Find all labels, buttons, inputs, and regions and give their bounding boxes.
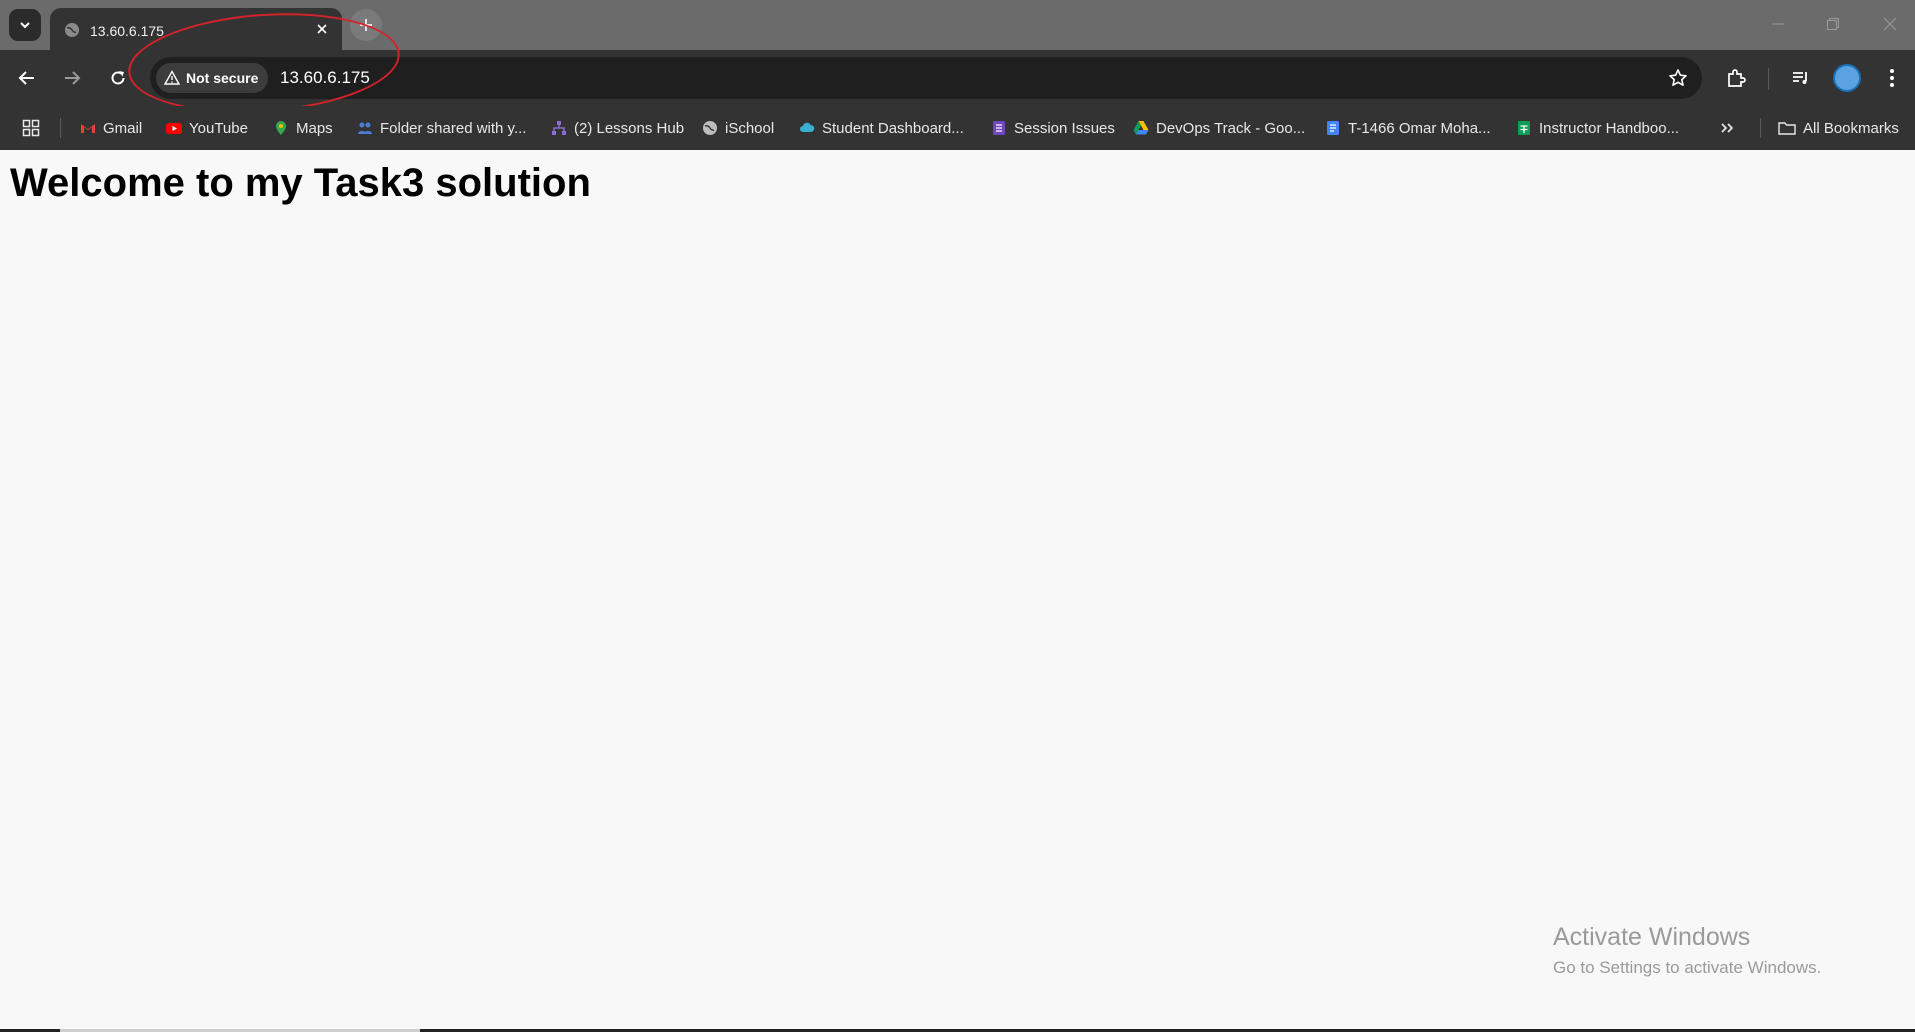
tab-search-button[interactable]: [9, 9, 41, 41]
bookmark-label: Student Dashboard...: [822, 119, 964, 137]
chevron-down-icon: [20, 22, 30, 29]
bookmark-gmail[interactable]: Gmail: [80, 117, 142, 139]
bookmark-label: Gmail: [103, 119, 143, 137]
media-control-button[interactable]: [1785, 62, 1817, 94]
url-text[interactable]: 13.60.6.175: [280, 68, 370, 88]
extensions-button[interactable]: [1720, 62, 1752, 94]
title-bar: 13.60.6.175: [0, 0, 1915, 50]
bookmark-label: iSchool: [725, 119, 775, 137]
bookmarks-bar: Gmail YouTube Maps Folder shared with y.…: [0, 106, 1915, 150]
bookmark-lessons-hub[interactable]: (2) Lessons Hub: [551, 117, 684, 139]
bookmark-label: T-1466 Omar Moha...: [1348, 119, 1491, 137]
bookmark-youtube[interactable]: YouTube: [166, 117, 248, 139]
apps-grid-icon: [22, 119, 40, 137]
bookmark-folder-shared[interactable]: Folder shared with y...: [357, 117, 526, 139]
bookmarks-divider: [60, 118, 61, 138]
globe-icon: [65, 23, 79, 37]
bookmark-t1466[interactable]: T-1466 Omar Moha...: [1325, 117, 1491, 139]
bookmark-label: YouTube: [189, 119, 248, 137]
bookmarks-divider: [1760, 118, 1761, 138]
forward-button[interactable]: [56, 62, 88, 94]
windows-activation-watermark: Activate Windows Go to Settings to activ…: [1553, 923, 1821, 978]
toolbar-divider: [1768, 68, 1769, 90]
bookmark-ischool[interactable]: iSchool: [702, 117, 774, 139]
bookmark-session-issues[interactable]: Session Issues: [991, 117, 1115, 139]
folder-icon: [1778, 122, 1796, 135]
arrow-right-icon: [65, 71, 81, 85]
playlist-icon: [1793, 72, 1807, 84]
bookmark-label: Folder shared with y...: [380, 119, 527, 137]
bookmark-maps[interactable]: Maps: [273, 117, 333, 139]
minimize-icon: [1772, 23, 1784, 25]
double-chevron-right-icon: [1721, 123, 1734, 133]
close-window-button[interactable]: [1872, 10, 1908, 38]
sheets-icon: [1518, 121, 1530, 135]
bookmark-label: (2) Lessons Hub: [574, 119, 685, 137]
reload-button[interactable]: [102, 62, 134, 94]
hierarchy-icon: [552, 121, 566, 135]
restore-icon: [1827, 18, 1839, 30]
security-label: Not secure: [186, 70, 259, 86]
active-tab[interactable]: 13.60.6.175: [50, 8, 342, 50]
profile-avatar[interactable]: [1833, 64, 1861, 92]
new-tab-button[interactable]: [350, 9, 382, 41]
bookmark-label: DevOps Track - Goo...: [1156, 119, 1306, 137]
tab-title: 13.60.6.175: [90, 23, 164, 39]
youtube-icon: [166, 123, 182, 134]
watermark-subtitle: Go to Settings to activate Windows.: [1553, 958, 1822, 977]
reload-icon: [111, 71, 125, 85]
warning-icon: [164, 70, 180, 85]
bookmark-devops-track[interactable]: DevOps Track - Goo...: [1133, 117, 1305, 139]
address-bar[interactable]: Not secure 13.60.6.175: [150, 57, 1702, 99]
plus-icon: [360, 19, 372, 31]
watermark-title: Activate Windows: [1553, 923, 1751, 951]
close-window-icon: [1883, 17, 1897, 31]
more-bookmarks-button[interactable]: [1719, 117, 1735, 139]
bookmark-student-dashboard[interactable]: Student Dashboard...: [799, 117, 964, 139]
close-icon[interactable]: [312, 19, 332, 39]
star-icon: [1669, 69, 1687, 86]
bookmark-label: Maps: [296, 119, 333, 137]
globe-icon: [703, 121, 717, 135]
toolbar: Not secure 13.60.6.175: [0, 50, 1915, 106]
people-icon: [358, 122, 372, 134]
forms-icon: [993, 121, 1005, 135]
more-vertical-icon: [1890, 69, 1894, 87]
all-bookmarks-button[interactable]: All Bookmarks: [1778, 117, 1899, 139]
arrow-left-icon: [18, 71, 34, 85]
bookmark-instructor-handbook[interactable]: Instructor Handboo...: [1516, 117, 1679, 139]
back-button[interactable]: [11, 62, 43, 94]
page-content: Welcome to my Task3 solution Activate Wi…: [0, 150, 1915, 1032]
docs-icon: [1327, 121, 1339, 135]
page-heading: Welcome to my Task3 solution: [10, 161, 591, 205]
minimize-button[interactable]: [1760, 10, 1796, 38]
all-bookmarks-label: All Bookmarks: [1803, 119, 1899, 137]
bookmark-label: Instructor Handboo...: [1539, 119, 1680, 137]
menu-button[interactable]: [1876, 62, 1908, 94]
restore-button[interactable]: [1815, 10, 1851, 38]
apps-button[interactable]: [22, 117, 40, 139]
drive-icon: [1133, 121, 1149, 135]
security-chip[interactable]: Not secure: [156, 63, 269, 93]
gmail-icon: [81, 124, 95, 133]
cloud-icon: [800, 122, 815, 132]
bookmark-star-button[interactable]: [1666, 66, 1690, 90]
maps-icon: [276, 121, 286, 135]
bookmark-label: Session Issues: [1014, 119, 1115, 137]
puzzle-icon: [1728, 69, 1746, 87]
